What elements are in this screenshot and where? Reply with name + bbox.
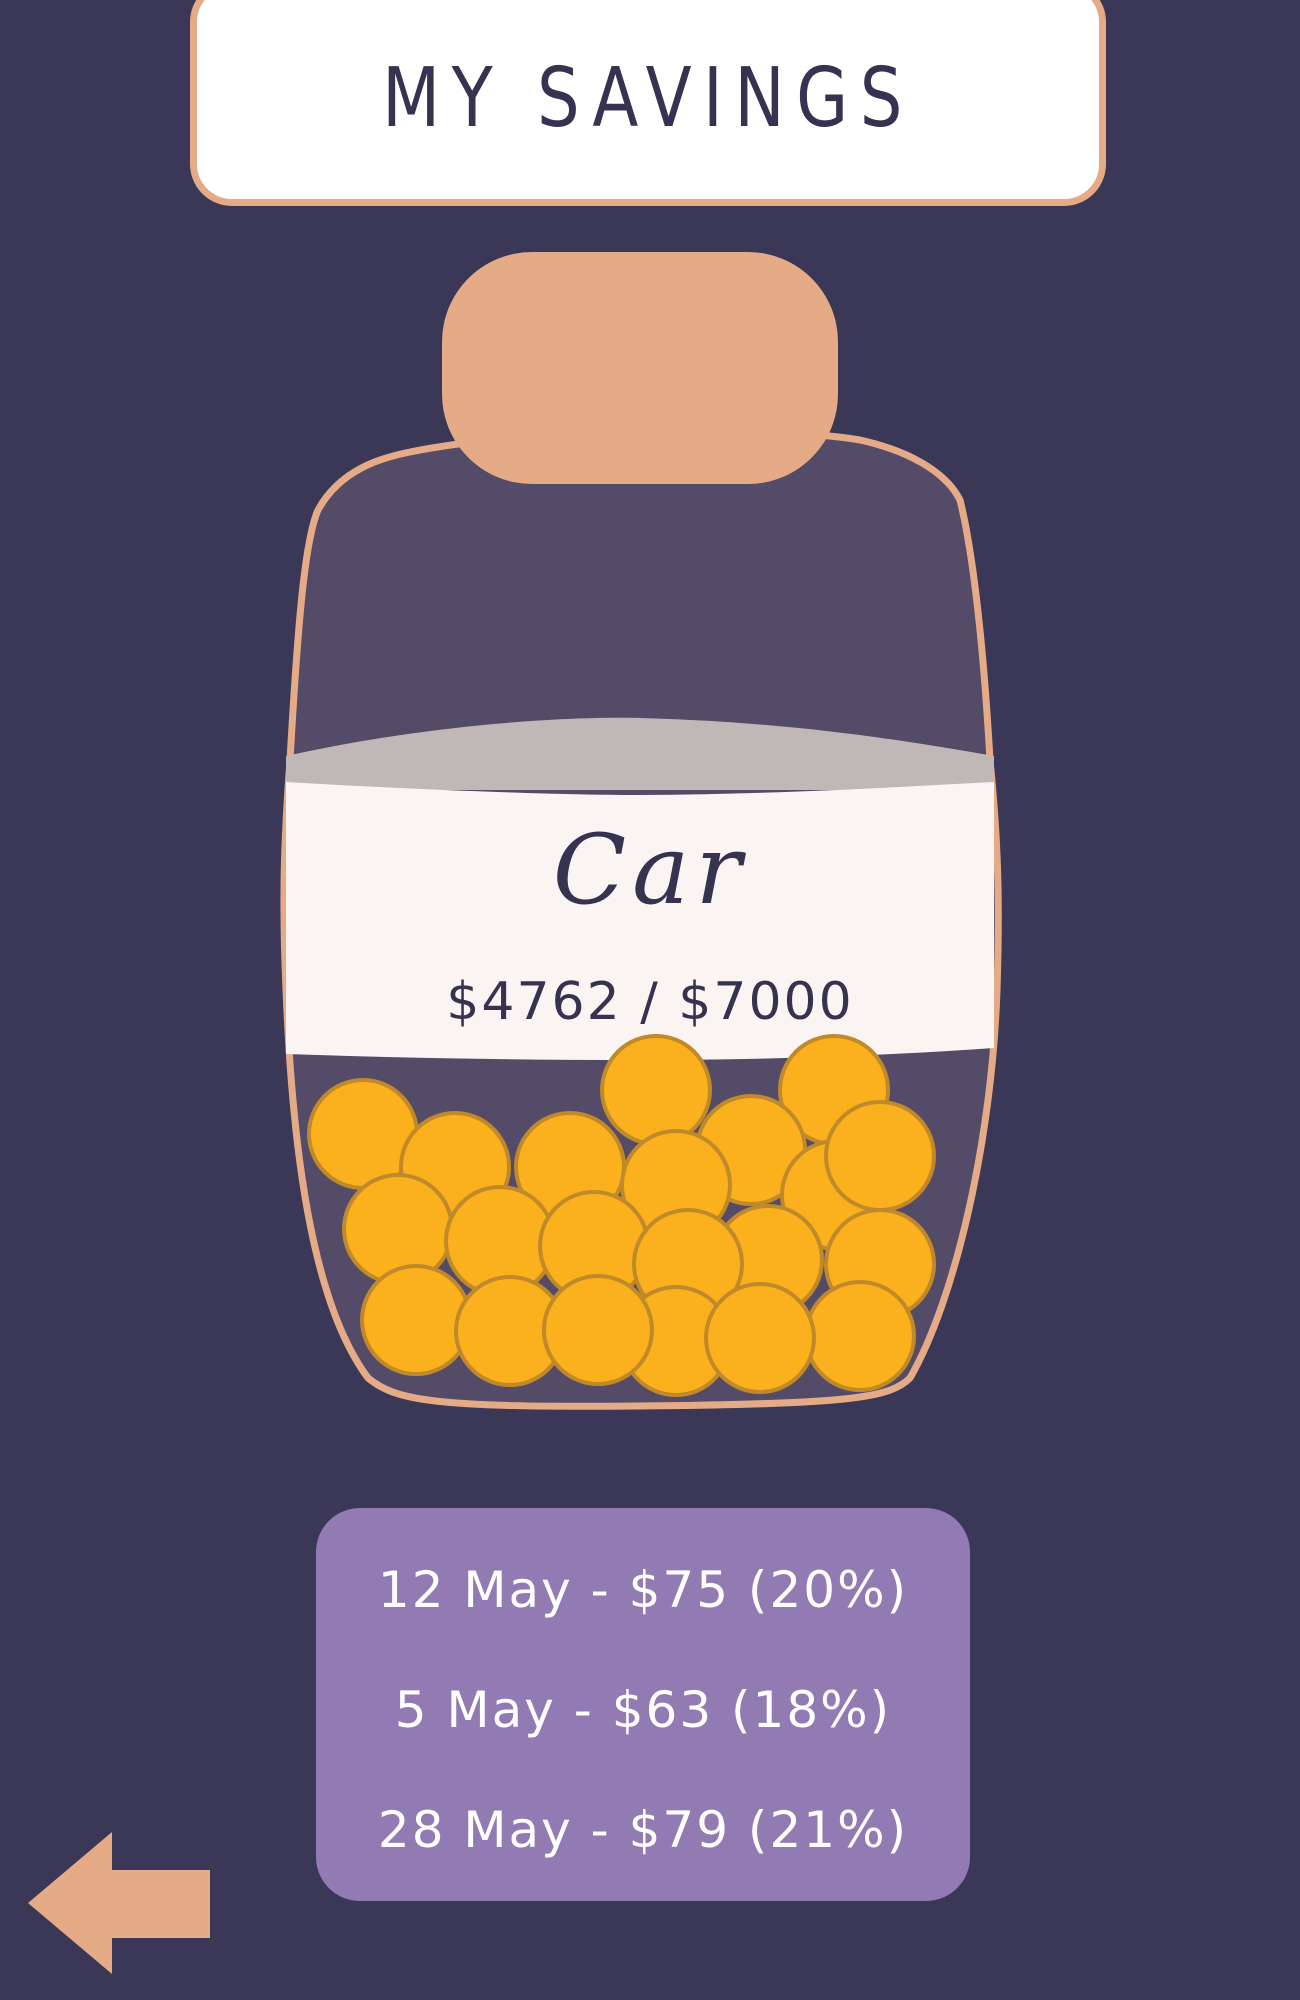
- coin: [804, 1280, 916, 1392]
- jar-name: Car: [552, 814, 748, 926]
- coin: [360, 1264, 472, 1376]
- coin: [542, 1274, 654, 1386]
- deposit-history-panel: 12 May - $75 (20%) 5 May - $63 (18%) 28 …: [316, 1508, 970, 1901]
- arrow-left-icon: [28, 1832, 210, 1974]
- coin: [342, 1173, 454, 1285]
- history-item: 5 May - $63 (18%): [394, 1681, 892, 1739]
- savings-screen: MY SAVINGS Car $4762 / $7000 12 May - $7…: [0, 0, 1300, 2000]
- history-item: 28 May - $79 (21%): [377, 1801, 909, 1859]
- jar-lid: [442, 252, 838, 484]
- coin: [824, 1100, 936, 1212]
- jar-progress-text: $4762 / $7000: [446, 972, 854, 1032]
- history-item: 12 May - $75 (20%): [377, 1561, 909, 1619]
- coin: [600, 1034, 712, 1146]
- back-button[interactable]: [26, 1830, 212, 1976]
- coin: [704, 1282, 816, 1394]
